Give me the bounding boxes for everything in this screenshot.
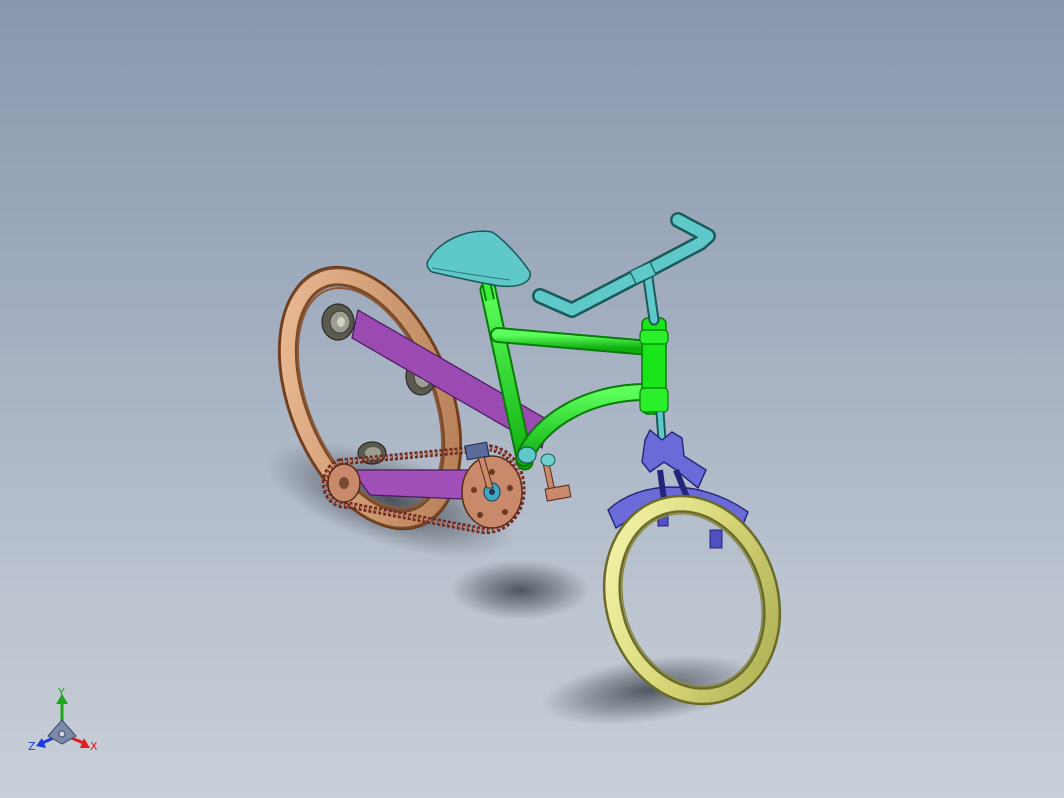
rear-sprocket[interactable]	[327, 463, 361, 503]
handlebar-assembly[interactable]	[532, 212, 716, 326]
idler-roller-top	[321, 303, 355, 341]
triad-y-label: Y	[57, 686, 65, 699]
saddle[interactable]	[426, 230, 531, 288]
3d-graphics-viewport[interactable]: Y X Z	[0, 0, 1064, 798]
chainring[interactable]	[461, 455, 523, 529]
view-orientation-triad[interactable]: Y X Z	[28, 686, 98, 753]
triad-x-label: X	[90, 740, 98, 753]
triad-z-label: Z	[28, 740, 36, 753]
bicycle-model-scene[interactable]: Y X Z	[0, 0, 1064, 798]
